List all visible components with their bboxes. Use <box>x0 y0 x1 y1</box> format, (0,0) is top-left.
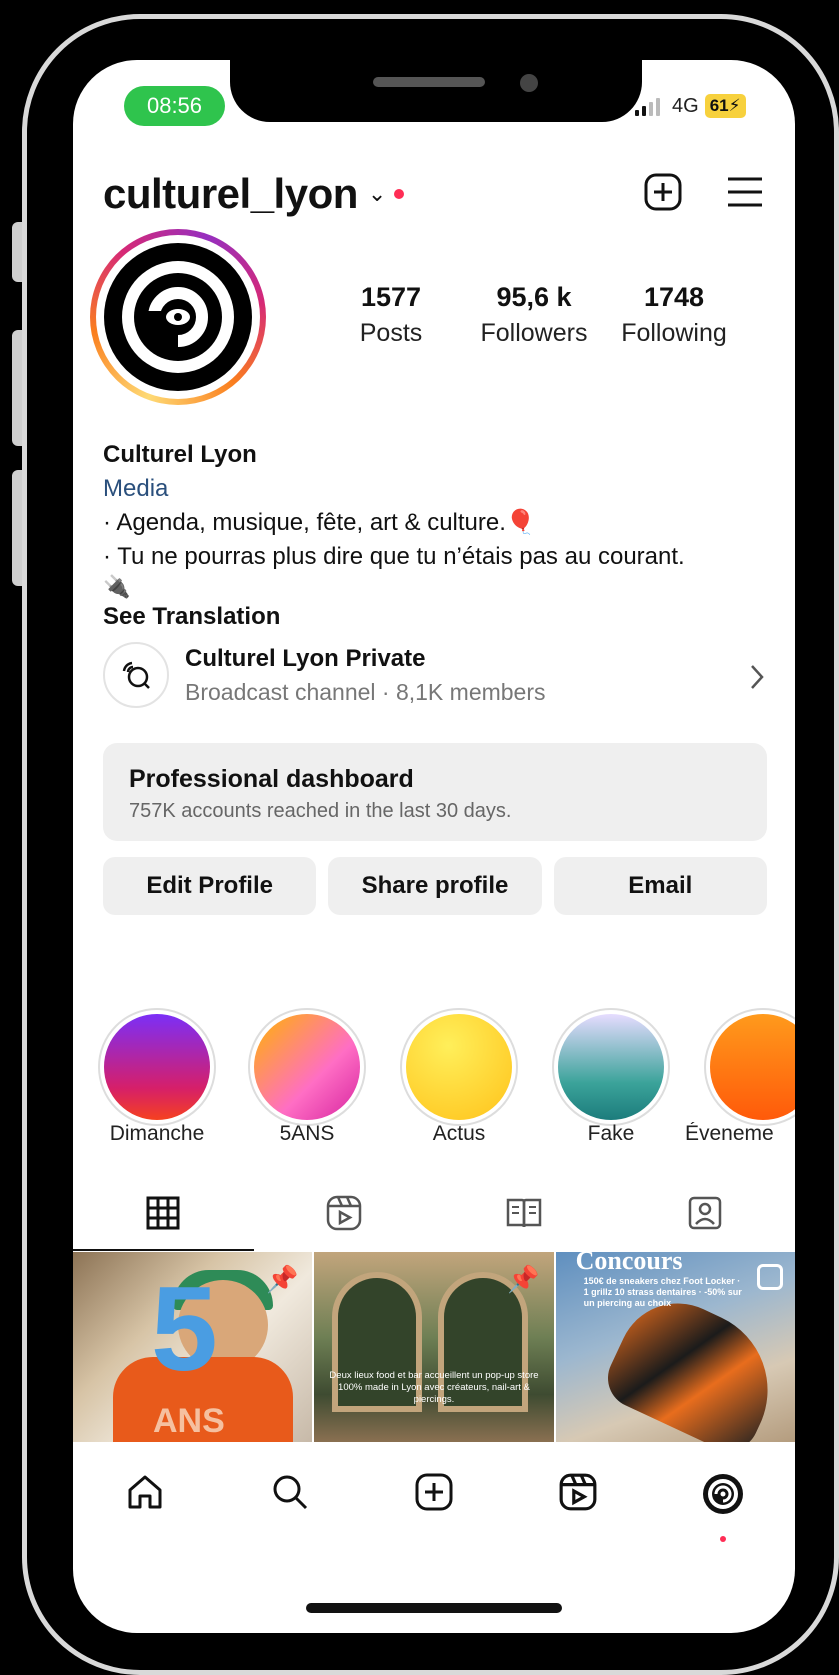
post-overlay-number: 5 <box>151 1262 218 1396</box>
signal-icon <box>635 96 660 116</box>
highlight-label: Éveneme <box>685 1122 774 1145</box>
search-icon <box>273 1475 307 1510</box>
username: culturel_lyon <box>103 170 358 217</box>
post-thumbnail-5ans[interactable]: 5 ANS 📌 <box>73 1252 313 1442</box>
screen: 08:56 4G 61⚡ culturel_lyon ⌄ 1577 Posts … <box>73 60 795 1633</box>
speaker <box>373 77 485 87</box>
followers-count: 95,6 k <box>496 282 572 312</box>
front-camera <box>520 74 538 92</box>
post-overlay-promo: 150€ de sneakers chez Foot Locker · 1 gr… <box>583 1276 742 1308</box>
broadcast-title: Culturel Lyon Private <box>185 644 426 672</box>
notch <box>230 60 642 122</box>
guide-icon <box>507 1198 542 1228</box>
stat-posts[interactable]: 1577 Posts <box>323 282 459 348</box>
avatar[interactable] <box>90 229 266 405</box>
post-grid: 5 ANS 📌 Deux lieux food et bar accueille… <box>73 1252 795 1442</box>
see-translation-link[interactable]: See Translation <box>103 600 783 634</box>
create-post-icon[interactable] <box>643 172 683 212</box>
bio-line-2: · Tu ne pourras plus dire que tu n’étais… <box>103 543 685 570</box>
carousel-icon <box>756 1264 783 1290</box>
category-link[interactable]: Media <box>103 472 783 506</box>
edit-profile-button[interactable]: Edit Profile <box>103 857 317 915</box>
broadcast-channel-row[interactable]: Culturel Lyon Private Broadcast channel … <box>103 640 767 710</box>
network-type: 4G <box>672 94 699 117</box>
nav-reels[interactable] <box>506 1442 650 1552</box>
grid-icon <box>146 1196 180 1230</box>
highlight-label: 5ANS <box>279 1122 335 1145</box>
email-button[interactable]: Email <box>553 857 767 915</box>
tab-reels[interactable] <box>254 1175 435 1251</box>
reels-icon <box>326 1195 361 1231</box>
status-indicators: 4G 61⚡ <box>635 90 746 122</box>
highlight-label: Fake <box>587 1122 635 1145</box>
reels-icon <box>560 1473 597 1511</box>
stat-following[interactable]: 1748 Following <box>609 282 739 348</box>
professional-dashboard[interactable]: Professional dashboard 757K accounts rea… <box>103 743 767 841</box>
pin-icon: 📌 <box>265 1264 299 1294</box>
home-indicator[interactable] <box>306 1603 562 1613</box>
posts-label: Posts <box>359 319 423 347</box>
account-switcher[interactable]: culturel_lyon ⌄ <box>103 170 405 218</box>
menu-icon[interactable] <box>725 172 765 212</box>
highlight-label: Actus <box>432 1122 486 1145</box>
following-label: Following <box>621 319 727 347</box>
nav-home[interactable] <box>73 1442 217 1552</box>
tab-tagged[interactable] <box>615 1175 796 1251</box>
post-thumbnail-concours[interactable]: Concours 150€ de sneakers chez Foot Lock… <box>555 1252 795 1442</box>
following-count: 1748 <box>643 282 705 312</box>
battery-icon: 61⚡ <box>704 94 746 118</box>
posts-count: 1577 <box>360 282 422 312</box>
notification-dot <box>719 1536 726 1542</box>
pin-icon: 📌 <box>507 1264 540 1294</box>
create-icon <box>415 1473 453 1511</box>
status-time: 08:56 <box>124 86 225 126</box>
post-thumbnail-popup-store[interactable]: Deux lieux food et bar accueillent un po… <box>314 1252 554 1442</box>
tab-guides[interactable] <box>434 1175 615 1251</box>
nav-create[interactable] <box>362 1442 506 1552</box>
bio: Culturel Lyon Media · Agenda, musique, f… <box>103 438 783 634</box>
chevron-down-icon: ⌄ <box>367 181 387 206</box>
plug-emoji: 🔌 <box>103 574 131 599</box>
broadcast-subtitle: Broadcast channel · 8,1K members <box>185 678 546 705</box>
dashboard-title: Professional dashboard <box>129 765 414 793</box>
followers-label: Followers <box>480 319 588 347</box>
profile-stats: 1577 Posts 95,6 k Followers 1748 Followi… <box>323 282 739 348</box>
broadcast-icon <box>103 642 169 708</box>
story-highlights <box>97 1008 795 1128</box>
culturel-lyon-logo <box>104 243 252 391</box>
tagged-icon <box>688 1196 721 1230</box>
stat-followers[interactable]: 95,6 k Followers <box>459 282 609 348</box>
chevron-right-icon <box>751 665 764 689</box>
profile-avatar-icon <box>702 1474 743 1514</box>
nav-search[interactable] <box>217 1442 361 1552</box>
highlight-actus[interactable] <box>399 1008 519 1126</box>
post-overlay-text: ANS <box>153 1402 225 1440</box>
nav-profile[interactable] <box>651 1442 795 1552</box>
tab-posts-grid[interactable] <box>73 1175 254 1251</box>
highlight-evenements[interactable] <box>703 1008 795 1126</box>
highlight-label: Dimanche <box>109 1122 205 1145</box>
highlight-fake[interactable] <box>551 1008 671 1126</box>
profile-tabs <box>73 1175 795 1251</box>
bottom-navigation <box>73 1442 795 1552</box>
display-name: Culturel Lyon <box>103 441 257 468</box>
home-icon <box>128 1475 162 1509</box>
battery-level: 61 <box>709 96 729 115</box>
post-overlay-title: Concours <box>575 1252 683 1275</box>
highlight-5ans[interactable] <box>247 1008 367 1126</box>
bio-line-1: · Agenda, musique, fête, art & culture.🎈 <box>103 506 783 540</box>
share-profile-button[interactable]: Share profile <box>328 857 542 915</box>
highlight-dimanche[interactable] <box>97 1008 217 1126</box>
balloon-emoji: 🎈 <box>505 509 536 536</box>
notification-dot <box>394 189 405 199</box>
post-caption-overlay: Deux lieux food et bar accueillent un po… <box>329 1370 539 1405</box>
dashboard-subtitle: 757K accounts reached in the last 30 day… <box>129 800 512 822</box>
bio-line-1-text: · Agenda, musique, fête, art & culture. <box>103 509 506 536</box>
